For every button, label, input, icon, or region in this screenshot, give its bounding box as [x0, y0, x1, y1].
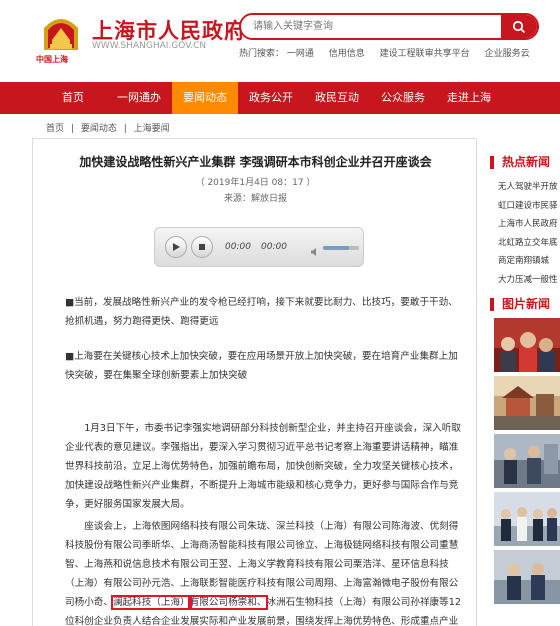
search-icon: [512, 20, 526, 33]
article-source: 来源：解放日报: [223, 194, 287, 204]
article-date: （ 2019年1月4日 08：17 ）: [195, 178, 316, 188]
site-url: WWW.SHANGHAI.GOV.CN: [92, 41, 207, 51]
search-box: [239, 13, 539, 40]
search-button[interactable]: [501, 15, 537, 38]
hot-search-label: 热门搜索：: [239, 49, 285, 59]
search-input[interactable]: [241, 15, 499, 38]
breadcrumb-separator: |: [70, 124, 74, 134]
breadcrumb-home[interactable]: 首页: [46, 124, 64, 134]
article-title: 加快建设战略性新兴产业集群 李强调研本市科创企业并召开座谈会: [79, 155, 432, 169]
breadcrumb: 首页 | 要闻动态 | 上海要闻: [46, 121, 174, 134]
article-highlight-2: ■上海要在关键核心技术上加快突破，要在应用场景开放上加快突破，要在培育产业集群上…: [65, 351, 458, 381]
hot-link[interactable]: 信用信息: [329, 49, 365, 59]
photo-news-thumbnail[interactable]: [494, 434, 560, 488]
site-header: 中国上海 上海市人民政府 WWW.SHANGHAI.GOV.CN 热门搜索： 一…: [0, 0, 560, 82]
shanghai-logo[interactable]: [40, 14, 82, 54]
article-paragraph-1: 1月3日下午，市委书记李强实地调研部分科技创新型企业，并主持召开座谈会，深入听取…: [65, 423, 461, 510]
volume-icon[interactable]: [310, 242, 320, 256]
hot-link[interactable]: 建设工程联审共享平台: [380, 49, 470, 59]
hot-news-list: 无人驾驶半开放 虹口建设市民驿 上海市人民政府 北虹路立交年底 商定南翔镇城 大…: [498, 178, 560, 289]
hot-link[interactable]: 一网通: [287, 49, 314, 59]
hot-news-item[interactable]: 上海市人民政府: [498, 215, 560, 234]
play-icon: [173, 243, 180, 251]
main-nav: 首页 一网通办 要闻动态 政务公开 政民互动 公众服务 走进上海: [0, 82, 560, 114]
nav-news[interactable]: 要闻动态: [172, 82, 238, 114]
highlighted-company-cont: 有限公司杨崇和、: [187, 595, 269, 610]
hot-news-item[interactable]: 商定南翔镇城: [498, 252, 560, 271]
nav-about-shanghai[interactable]: 走进上海: [436, 82, 502, 114]
article-highlight-1: ■当前，发展战略性新兴产业的发令枪已经打响，接下来就要比耐力、比技巧，要敢于干劲…: [65, 297, 458, 327]
audio-player: 00:00 00:00: [154, 227, 364, 267]
nav-government-affairs[interactable]: 政务公开: [238, 82, 304, 114]
breadcrumb-separator: |: [123, 124, 127, 134]
photo-news-thumbnail[interactable]: [494, 550, 560, 604]
volume-slider[interactable]: [323, 246, 359, 250]
current-time: 00:00: [225, 242, 251, 252]
photo-news-thumbnail[interactable]: [494, 376, 560, 430]
hot-news-item[interactable]: 无人驾驶半开放: [498, 178, 560, 197]
paragraph-text: 座谈会上，上海依图网络科技有限公司朱珑、深兰科技（上海）有限公司陈海波、优刻得科…: [65, 521, 459, 608]
photo-news-thumbnail[interactable]: [494, 318, 560, 372]
total-time: 00:00: [261, 242, 287, 252]
breadcrumb-shanghai-news[interactable]: 上海要闻: [134, 124, 170, 134]
hot-news-title: 热点新闻: [490, 156, 550, 169]
nav-home[interactable]: 首页: [40, 82, 106, 114]
highlighted-company: 澜起科技（上海）: [110, 595, 192, 610]
nav-online-service[interactable]: 一网通办: [106, 82, 172, 114]
hot-news-item[interactable]: 北虹路立交年底: [498, 234, 560, 253]
logo-subtitle: 中国上海: [36, 55, 68, 64]
photo-news-thumbnail[interactable]: [494, 492, 560, 546]
stop-icon: [199, 244, 205, 250]
hot-news-item[interactable]: 虹口建设市民驿: [498, 197, 560, 216]
article-paragraph-2: 座谈会上，上海依图网络科技有限公司朱珑、深兰科技（上海）有限公司陈海波、优刻得科…: [65, 517, 465, 626]
nav-interaction[interactable]: 政民互动: [304, 82, 370, 114]
breadcrumb-news[interactable]: 要闻动态: [81, 124, 117, 134]
hot-search: 热门搜索： 一网通 信用信息 建设工程联审共享平台 企业服务云: [239, 46, 542, 59]
hot-link[interactable]: 企业服务云: [485, 49, 530, 59]
play-button[interactable]: [165, 236, 187, 258]
nav-public-service[interactable]: 公众服务: [370, 82, 436, 114]
hot-news-item[interactable]: 大力压减一般性: [498, 271, 560, 290]
photo-news-title: 图片新闻: [490, 298, 550, 311]
volume-level: [323, 246, 349, 250]
stop-button[interactable]: [191, 236, 213, 258]
article: 加快建设战略性新兴产业集群 李强调研本市科创企业并召开座谈会 （ 2019年1月…: [32, 138, 477, 626]
